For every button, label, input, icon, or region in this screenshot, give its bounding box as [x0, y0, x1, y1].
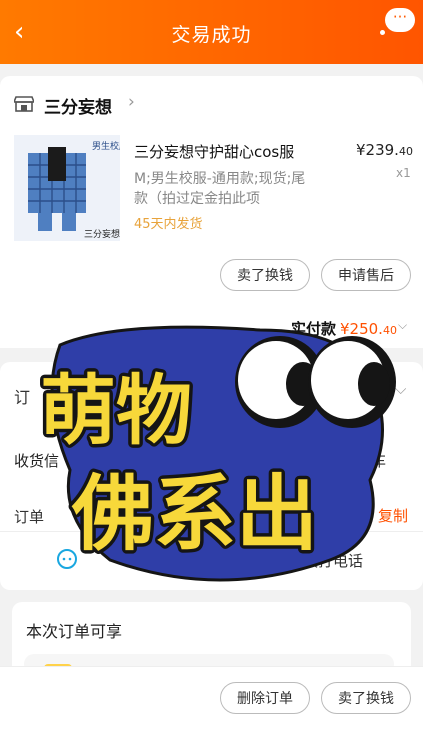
- copy-button[interactable]: 复制: [378, 505, 408, 526]
- price-cents: 40: [398, 145, 413, 158]
- delete-order-button[interactable]: 删除订单: [220, 682, 310, 714]
- product-name[interactable]: 三分妄想守护甜心cos服: [134, 141, 344, 162]
- order-number-label: 订单: [14, 508, 45, 526]
- phone-icon[interactable]: [268, 549, 288, 569]
- address-city: 州市: [352, 432, 383, 450]
- shop-icon: [14, 96, 34, 112]
- sell-exchange-button[interactable]: 卖了换钱: [220, 259, 310, 291]
- receiver-label: 收货信: [14, 452, 60, 470]
- address-detail: 02车: [352, 452, 387, 470]
- more-menu-button[interactable]: ···: [385, 8, 415, 32]
- product-price: ¥239.40: [356, 141, 413, 159]
- product-quantity: x1: [396, 166, 411, 180]
- product-image-brand: 三分妄想: [84, 228, 120, 240]
- shop-name[interactable]: 三分妄想: [44, 93, 112, 118]
- after-sale-button[interactable]: 申请售后: [321, 259, 411, 291]
- order-info-heading: 订: [14, 388, 31, 407]
- page-title: 交易成功: [171, 24, 252, 46]
- paid-amount: ¥250.40: [340, 320, 397, 338]
- chevron-right-icon[interactable]: ›: [128, 92, 135, 112]
- shipping-note: 45天内发货: [134, 217, 203, 232]
- divider: [211, 545, 212, 575]
- paid-label: 实付款: [291, 320, 337, 338]
- chevron-down-icon[interactable]: ⌵: [398, 318, 407, 333]
- sku-line-1: M;男生校服-通用款;现货;尾: [134, 171, 306, 187]
- paid-amount-main: ¥250.: [340, 320, 383, 338]
- paid-amount-cents: 40: [382, 324, 397, 337]
- price-main: ¥239.: [356, 141, 399, 159]
- benefits-title: 本次订单可享: [26, 622, 123, 641]
- product-image[interactable]: 男生校服 三分妄想: [14, 135, 120, 241]
- notification-dot: [380, 30, 385, 35]
- divider: [0, 531, 423, 532]
- sell-exchange-bottom-button[interactable]: 卖了换钱: [321, 682, 411, 714]
- call-phone-button[interactable]: 拨打电话: [303, 550, 363, 571]
- product-sku: M;男生校服-通用款;现货;尾 款（拍过定金拍此项: [134, 169, 354, 209]
- chevron-down-icon[interactable]: ⌵: [395, 380, 406, 398]
- sku-line-2: 款（拍过定金拍此项: [134, 191, 260, 207]
- chat-icon[interactable]: [56, 548, 78, 570]
- product-image-label: 男生校服: [92, 140, 120, 152]
